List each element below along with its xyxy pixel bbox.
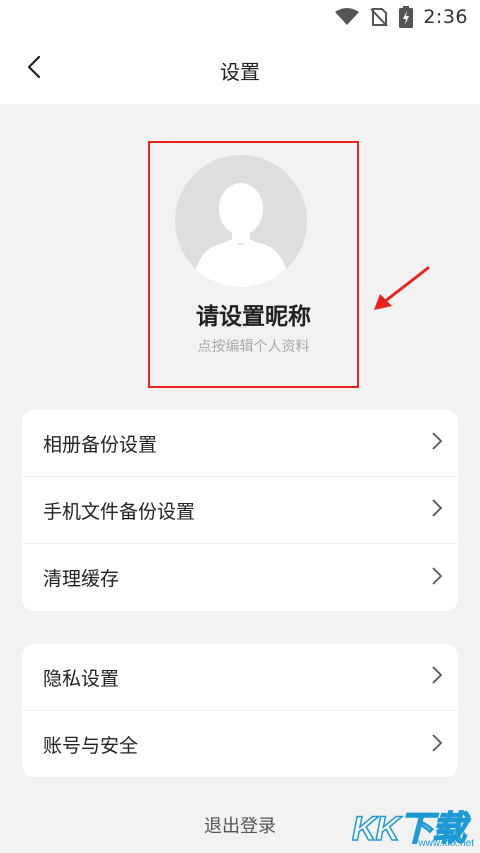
status-time: 2:36	[423, 6, 468, 28]
settings-item-file-backup[interactable]: 手机文件备份设置	[22, 477, 458, 544]
chevron-right-icon	[432, 499, 443, 521]
watermark-logo: KK下载 www.kkx.net	[351, 801, 474, 849]
settings-group-storage: 相册备份设置 手机文件备份设置 清理缓存	[22, 410, 458, 611]
page-title: 设置	[220, 60, 260, 84]
edit-profile-hint: 点按编辑个人资料	[197, 339, 310, 355]
avatar[interactable]	[175, 155, 307, 287]
settings-item-label: 隐私设置	[43, 667, 120, 690]
chevron-right-icon	[432, 733, 443, 756]
chevron-right-icon	[432, 666, 443, 688]
battery-charging-icon	[399, 6, 414, 28]
settings-item-label: 相册备份设置	[43, 433, 158, 456]
settings-item-album-backup[interactable]: 相册备份设置	[22, 410, 458, 477]
profile-edit-area[interactable]: 请设置昵称 点按编辑个人资料	[148, 141, 359, 388]
no-sim-icon	[369, 7, 389, 27]
settings-item-label: 手机文件备份设置	[43, 500, 196, 523]
watermark-url: www.kkx.net	[418, 838, 474, 849]
settings-item-clear-cache[interactable]: 清理缓存	[22, 544, 458, 611]
settings-item-account-security[interactable]: 账号与安全	[22, 711, 458, 778]
status-bar: 2:36	[0, 0, 480, 34]
annotation-arrow-icon	[370, 264, 432, 318]
default-user-icon	[193, 183, 289, 287]
app-bar: 设置	[0, 34, 480, 104]
wifi-icon	[335, 8, 360, 26]
nickname: 请设置昵称	[196, 304, 311, 330]
settings-group-account: 隐私设置 账号与安全	[22, 644, 458, 777]
settings-item-label: 清理缓存	[43, 568, 120, 590]
chevron-right-icon	[432, 566, 443, 589]
settings-item-label: 账号与安全	[43, 735, 139, 757]
settings-item-privacy[interactable]: 隐私设置	[22, 644, 458, 711]
chevron-right-icon	[432, 432, 443, 454]
